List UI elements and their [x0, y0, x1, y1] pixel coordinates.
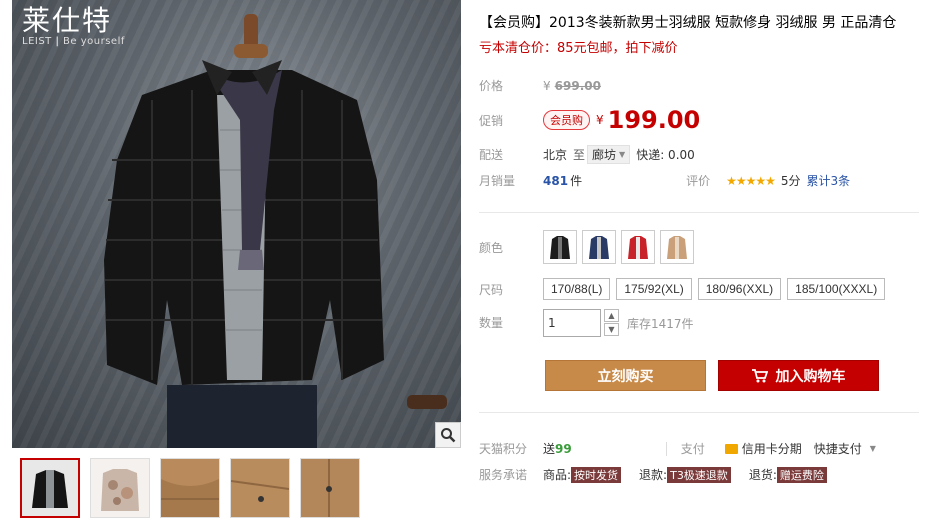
- brand-slogan: LEIST | Be yourself: [22, 36, 125, 47]
- price-currency: ¥: [543, 78, 551, 93]
- promo-badge: 会员购: [543, 110, 590, 130]
- fast-refund-badge[interactable]: T3极速退款: [667, 466, 731, 483]
- color-swatch-khaki[interactable]: [660, 230, 694, 264]
- decrease-quantity-button[interactable]: ▼: [604, 323, 619, 336]
- color-label: 颜色: [479, 240, 504, 255]
- color-swatch-red[interactable]: [621, 230, 655, 264]
- points-value: 99: [555, 441, 572, 456]
- original-price: 699.00: [554, 78, 601, 93]
- brand-logo: 莱仕特 LEIST | Be yourself: [22, 4, 125, 47]
- size-option-175[interactable]: 175/92(XL): [616, 278, 692, 300]
- thumbnail-camo-lining: [91, 459, 149, 517]
- size-option-170[interactable]: 170/88(L): [543, 278, 611, 300]
- points-label: 天猫积分: [479, 442, 528, 456]
- cart-icon: [751, 368, 768, 382]
- pay-label: 支付: [680, 442, 705, 456]
- chevron-down-icon[interactable]: ▼: [870, 444, 876, 453]
- thumbnail-khaki-collar: [161, 459, 219, 517]
- khaki-jacket-swatch-image: [667, 236, 687, 259]
- brand-name-en: LEIST: [22, 36, 52, 47]
- points-prefix: 送: [543, 442, 556, 456]
- express-fee: 快递: 0.00: [636, 148, 695, 162]
- price-row: 价格 ¥ 699.00: [479, 77, 601, 94]
- size-row: 尺码 170/88(L) 175/92(XL) 180/96(XXL) 185/…: [479, 278, 891, 300]
- buy-now-label: 立刻购买: [597, 368, 654, 385]
- add-to-cart-label: 加入购物车: [775, 368, 846, 385]
- review-label: 评价: [686, 174, 711, 188]
- shipping-row: 配送 北京 至 廊坊 ▼ 快递: 0.00: [479, 145, 695, 164]
- return-label: 退货:: [748, 468, 777, 482]
- zoom-icon[interactable]: [435, 422, 461, 448]
- main-product-photo[interactable]: 莱仕特 LEIST | Be yourself: [12, 0, 461, 448]
- product-subtitle: 亏本清仓价：85元包邮，拍下减价: [479, 41, 678, 56]
- buy-now-button[interactable]: 立刻购买: [545, 360, 706, 391]
- color-row: 颜色: [479, 230, 699, 264]
- thumbnail-1[interactable]: [20, 458, 80, 518]
- thumbnail-3[interactable]: [160, 458, 220, 518]
- service-promise-row: 服务承诺 商品: 按时发货 退款: T3极速退款 退货: 赠运费险: [479, 466, 845, 483]
- shipping-insurance-badge[interactable]: 赠运费险: [776, 466, 827, 483]
- brand-tagline: Be yourself: [63, 36, 125, 47]
- thumbnail-2[interactable]: [90, 458, 150, 518]
- add-to-cart-button[interactable]: 加入购物车: [718, 360, 879, 391]
- shipping-label: 配送: [479, 148, 504, 162]
- quantity-row: 数量 ▲ ▼ 库存1417件: [479, 309, 694, 337]
- thumbnail-5[interactable]: [300, 458, 360, 518]
- city-select-value: 廊坊: [592, 148, 617, 162]
- promo-price: 199.00: [607, 106, 701, 134]
- goods-label: 商品:: [543, 468, 572, 482]
- refund-label: 退款:: [639, 468, 668, 482]
- divider: [479, 412, 919, 413]
- chevron-down-icon: ▼: [619, 150, 626, 159]
- divider: [665, 441, 667, 456]
- thumbnail-khaki-detail-1: [231, 459, 289, 517]
- black-jacket-swatch-image: [550, 236, 570, 259]
- on-time-shipping-badge[interactable]: 按时发货: [571, 466, 622, 483]
- quantity-input[interactable]: [543, 309, 601, 337]
- rating-score: 5分: [780, 174, 801, 188]
- ship-from: 北京: [543, 148, 568, 162]
- red-jacket-swatch-image: [628, 236, 648, 259]
- thumbnail-strip: [20, 458, 360, 518]
- brand-name-cn: 莱仕特: [22, 4, 113, 37]
- increase-quantity-button[interactable]: ▲: [604, 309, 619, 322]
- stock-count: 库存1417件: [627, 316, 694, 331]
- size-option-180[interactable]: 180/96(XXL): [697, 278, 782, 300]
- jacket-on-mannequin-image: [104, 14, 447, 448]
- review-count-link[interactable]: 累计3条: [807, 172, 851, 189]
- promo-row: 促销 会员购 ¥ 199.00: [479, 106, 700, 134]
- promise-label: 服务承诺: [479, 468, 528, 482]
- product-title: 【会员购】2013冬装新款男士羽绒服 短款修身 羽绒服 男 正品清仓: [479, 15, 897, 31]
- price-label: 价格: [479, 79, 504, 93]
- rating-stars-icon: ★★★★★: [726, 173, 776, 188]
- size-option-185[interactable]: 185/100(XXXL): [787, 278, 886, 300]
- size-label: 尺码: [479, 282, 504, 297]
- promo-label: 促销: [479, 113, 504, 128]
- promo-currency: ¥: [596, 113, 604, 127]
- sales-row: 月销量 481 件 评价 ★★★★★ 5分 累计3条: [479, 172, 850, 189]
- thumbnail-khaki-detail-2: [301, 459, 359, 517]
- credit-card-installment[interactable]: 信用卡分期: [742, 440, 802, 457]
- divider: [479, 212, 919, 213]
- color-swatch-black[interactable]: [543, 230, 577, 264]
- credit-card-icon: [724, 443, 738, 454]
- ship-to-word: 至: [573, 148, 586, 162]
- sales-unit: 件: [570, 174, 583, 188]
- quantity-stepper-buttons: ▲ ▼: [604, 309, 619, 337]
- sales-label: 月销量: [479, 174, 516, 188]
- thumbnail-black-jacket: [22, 460, 78, 516]
- quick-pay[interactable]: 快捷支付: [814, 440, 862, 457]
- navy-jacket-swatch-image: [589, 236, 609, 259]
- color-swatch-navy[interactable]: [582, 230, 616, 264]
- city-select[interactable]: 廊坊 ▼: [587, 145, 631, 164]
- thumbnail-4[interactable]: [230, 458, 290, 518]
- quantity-stepper: ▲ ▼: [543, 309, 619, 337]
- sales-count: 481: [543, 173, 569, 188]
- points-pay-row: 天猫积分 送 99 支付 信用卡分期 快捷支付 ▼: [479, 440, 876, 457]
- quantity-label: 数量: [479, 316, 504, 330]
